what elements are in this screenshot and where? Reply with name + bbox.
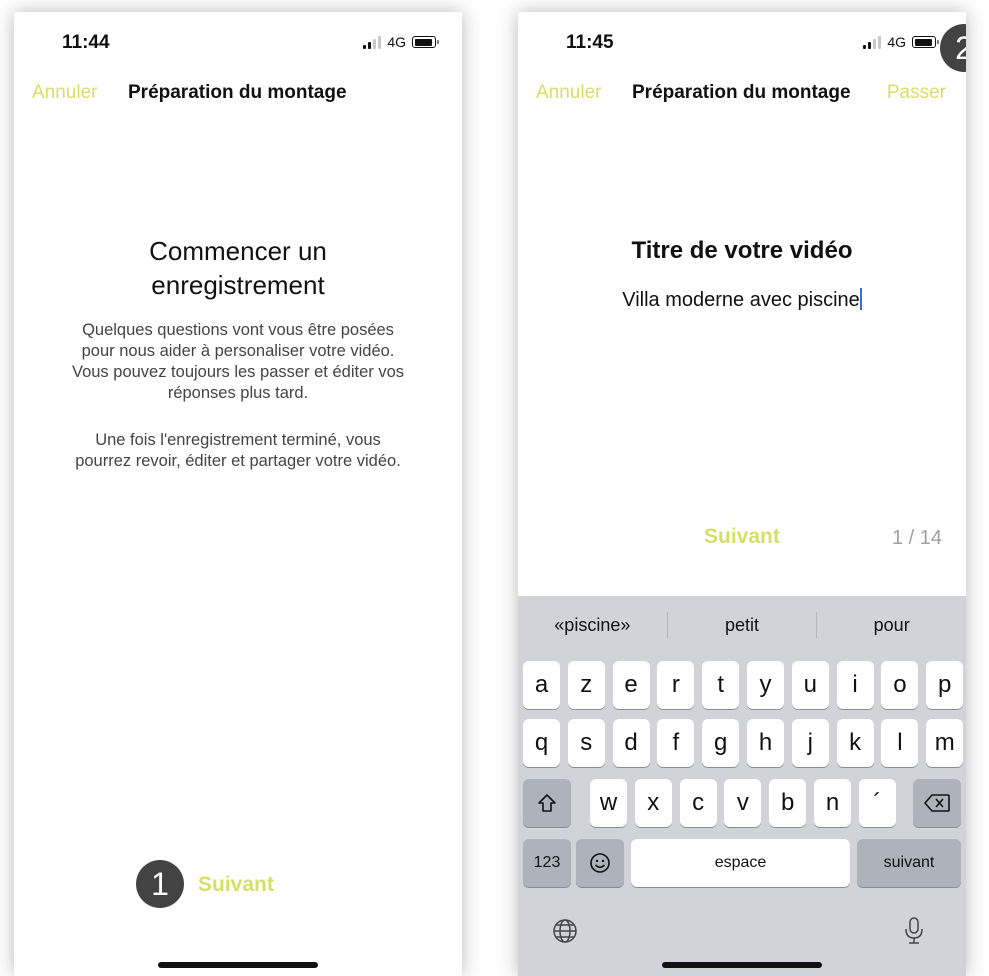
key-l[interactable]: l (881, 719, 919, 767)
home-indicator (662, 962, 822, 968)
skip-button[interactable]: Passer (887, 82, 946, 104)
step-counter: 1 / 14 (891, 527, 942, 549)
phone-screen-title: 11:45 4G Annuler Préparation du montage … (518, 12, 966, 976)
shift-key[interactable] (523, 779, 571, 827)
battery-icon (412, 36, 439, 48)
key-w[interactable]: w (590, 779, 627, 827)
status-time: 11:45 (566, 32, 614, 53)
key-u[interactable]: u (791, 661, 829, 709)
info-text-line: Une fois l'enregistrement terminé, vous (95, 431, 381, 449)
dictation-button[interactable] (904, 916, 924, 946)
key-i[interactable]: i (836, 661, 874, 709)
key-v[interactable]: v (724, 779, 762, 827)
signal-icon (863, 35, 882, 49)
suggestion[interactable]: petit (668, 615, 817, 636)
key-c[interactable]: c (679, 779, 717, 827)
key-n[interactable]: n (814, 779, 851, 827)
intro-text-line: Quelques questions vont vous être posées (82, 321, 394, 339)
intro-text-line: réponses plus tard. (167, 384, 309, 402)
screen-heading-line-2: enregistrement (151, 270, 325, 300)
key-d[interactable]: d (612, 719, 650, 767)
status-indicators: 4G (363, 34, 439, 50)
battery-icon (912, 36, 939, 48)
intro-text-line: pour nous aider à personaliser votre vid… (81, 342, 395, 360)
globe-icon (553, 919, 577, 943)
microphone-icon (905, 917, 923, 944)
cancel-button[interactable]: Annuler (536, 82, 602, 104)
key-q[interactable]: q (523, 719, 560, 767)
signal-icon (363, 35, 382, 49)
numbers-key[interactable]: 123 (523, 839, 571, 887)
key-o[interactable]: o (881, 661, 919, 709)
next-button[interactable]: Suivant (198, 873, 274, 897)
status-time: 11:44 (62, 32, 110, 53)
suggestion-bar: «piscine» petit pour (518, 596, 966, 654)
key-z[interactable]: z (567, 661, 605, 709)
intro-text-line: Vous pouvez toujours les passer et édite… (71, 363, 405, 381)
network-type: 4G (887, 34, 906, 50)
text-cursor (859, 288, 862, 310)
phone-screen-start: 11:44 4G Annuler Préparation du montage … (14, 12, 462, 976)
key-r[interactable]: r (657, 661, 695, 709)
key-y[interactable]: y (747, 661, 784, 709)
next-button[interactable]: Suivant (704, 525, 780, 549)
shift-icon (538, 794, 556, 812)
key-k[interactable]: k (836, 719, 874, 767)
key-accent[interactable]: ´ (858, 779, 896, 827)
space-key[interactable]: espace (631, 839, 850, 887)
key-x[interactable]: x (634, 779, 672, 827)
nav-title: Préparation du montage (632, 82, 851, 103)
key-e[interactable]: e (612, 661, 650, 709)
nav-title: Préparation du montage (128, 82, 347, 103)
key-a[interactable]: a (523, 661, 560, 709)
cancel-button[interactable]: Annuler (32, 82, 98, 104)
globe-button[interactable] (552, 918, 578, 944)
key-s[interactable]: s (567, 719, 605, 767)
keyboard: «piscine» petit pour a z e r t y u i o p… (518, 596, 966, 976)
key-p[interactable]: p (926, 661, 964, 709)
key-f[interactable]: f (657, 719, 695, 767)
home-indicator (158, 962, 318, 968)
delete-icon (924, 794, 950, 812)
return-key[interactable]: suivant (857, 839, 961, 887)
key-b[interactable]: b (769, 779, 807, 827)
emoji-icon (590, 853, 610, 873)
title-input[interactable]: Villa moderne avec piscine (518, 288, 966, 312)
suggestion[interactable]: pour (817, 615, 966, 636)
question-title: Titre de votre vidéo (631, 237, 853, 264)
key-j[interactable]: j (791, 719, 829, 767)
emoji-key[interactable] (576, 839, 624, 887)
network-type: 4G (387, 34, 406, 50)
status-indicators: 4G (863, 34, 939, 50)
key-m[interactable]: m (926, 719, 964, 767)
title-input-value: Villa moderne avec piscine (622, 289, 860, 311)
info-text-line: pourrez revoir, éditer et partager votre… (75, 452, 401, 470)
step-badge-1: 1 (136, 860, 184, 908)
delete-key[interactable] (913, 779, 961, 827)
key-h[interactable]: h (747, 719, 784, 767)
suggestion[interactable]: «piscine» (518, 615, 667, 636)
key-t[interactable]: t (702, 661, 740, 709)
key-g[interactable]: g (702, 719, 740, 767)
screen-heading-line-1: Commencer un (149, 236, 327, 266)
step-badge-2: 2 (940, 24, 966, 72)
